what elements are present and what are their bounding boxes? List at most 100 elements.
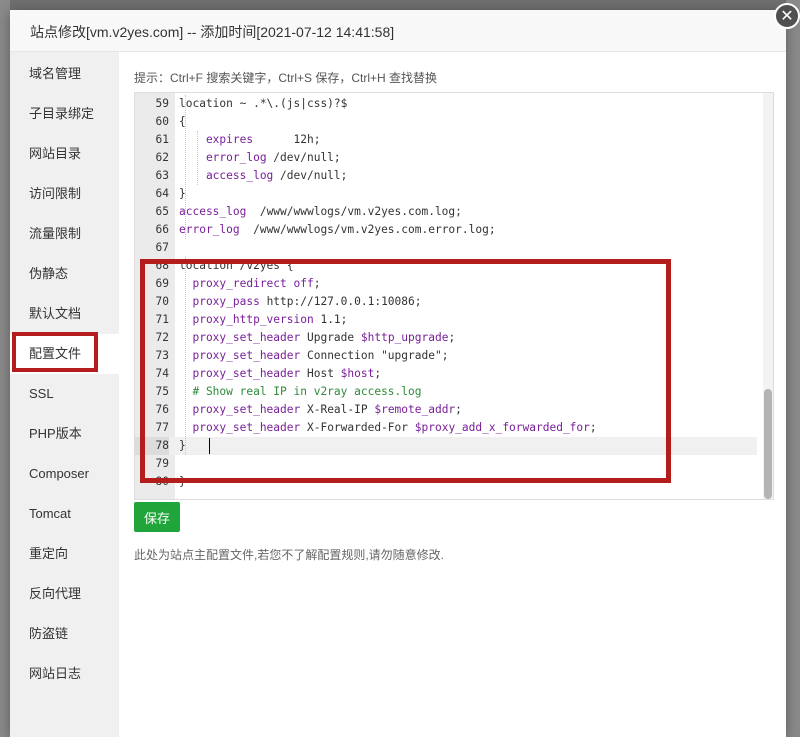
code-token: access_log bbox=[179, 205, 247, 218]
code-line[interactable]: 61 expires 12h; bbox=[135, 131, 757, 149]
line-number: 60 bbox=[155, 115, 169, 128]
line-number: 77 bbox=[155, 421, 169, 434]
line-number: 59 bbox=[155, 97, 169, 110]
code-text: error_log /dev/null; bbox=[179, 149, 341, 167]
code-text: proxy_http_version 1.1; bbox=[179, 311, 347, 329]
code-token: ; bbox=[455, 403, 462, 416]
sidebar-item[interactable]: SSL bbox=[10, 374, 119, 414]
line-number: 80 bbox=[155, 475, 169, 488]
sidebar-item[interactable]: 默认文档 bbox=[10, 294, 119, 334]
sidebar-item[interactable]: Composer bbox=[10, 454, 119, 494]
code-token: location ~ .*\.(js|css)?$ bbox=[179, 97, 348, 110]
sidebar-item[interactable]: PHP版本 bbox=[10, 414, 119, 454]
code-token: proxy_pass bbox=[179, 295, 260, 308]
sidebar-item[interactable]: 重定向 bbox=[10, 534, 119, 574]
sidebar-item[interactable]: 访问限制 bbox=[10, 174, 119, 214]
code-token: expires bbox=[179, 133, 254, 146]
code-text: location ~ .*\.(js|css)?$ bbox=[179, 95, 347, 113]
code-line[interactable]: 65 access_log /www/wwwlogs/vm.v2yes.com.l… bbox=[135, 203, 757, 221]
code-token: error_log bbox=[179, 223, 240, 236]
code-token: Connection "upgrade"; bbox=[300, 349, 449, 362]
code-line[interactable]: 79 bbox=[135, 455, 757, 473]
code-line[interactable]: 71 proxy_http_version 1.1; bbox=[135, 311, 757, 329]
code-line[interactable]: 60{ bbox=[135, 113, 757, 131]
sidebar-item[interactable]: 伪静态 bbox=[10, 254, 119, 294]
code-line[interactable]: 59 location ~ .*\.(js|css)?$ bbox=[135, 95, 757, 113]
code-token: $remote_addr bbox=[374, 403, 456, 416]
background-page-right bbox=[786, 0, 800, 737]
code-token: /dev/null; bbox=[273, 169, 348, 182]
code-text: proxy_set_header Host $host; bbox=[179, 365, 381, 383]
save-button[interactable]: 保存 bbox=[134, 502, 180, 532]
line-number: 76 bbox=[155, 403, 169, 416]
code-line[interactable]: 78} bbox=[135, 437, 757, 455]
code-text: proxy_set_header X-Forwarded-For $proxy_… bbox=[179, 419, 596, 437]
close-icon[interactable]: ✕ bbox=[774, 3, 800, 29]
settings-sidebar: 域名管理 子目录绑定 网站目录 访问限制 流量限制 伪静态 默认文档 配置文件 SSL PHP版本… bbox=[10, 52, 119, 737]
line-number: 61 bbox=[155, 133, 169, 146]
sidebar-item[interactable]: 子目录绑定 bbox=[10, 94, 119, 134]
code-text: error_log /www/wwwlogs/vm.v2yes.com.erro… bbox=[179, 221, 496, 239]
code-token: access_log bbox=[179, 169, 274, 182]
code-line[interactable]: 64} bbox=[135, 185, 757, 203]
code-token: proxy_set_header bbox=[179, 403, 301, 416]
line-number: 75 bbox=[155, 385, 169, 398]
code-text: proxy_set_header Upgrade $http_upgrade; bbox=[179, 329, 455, 347]
sidebar-item[interactable]: 网站目录 bbox=[10, 134, 119, 174]
code-line[interactable]: 67 bbox=[135, 239, 757, 257]
code-line[interactable]: 72 proxy_set_header Upgrade $http_upgrad… bbox=[135, 329, 757, 347]
config-warning-note: 此处为站点主配置文件,若您不了解配置规则,请勿随意修改. bbox=[134, 548, 445, 562]
code-line[interactable]: 77 proxy_set_header X-Forwarded-For $pro… bbox=[135, 419, 757, 437]
code-line[interactable]: 69 proxy_redirect off; bbox=[135, 275, 757, 293]
code-token: off bbox=[286, 277, 314, 290]
line-number: 63 bbox=[155, 169, 169, 182]
code-line[interactable]: 74 proxy_set_header Host $host; bbox=[135, 365, 757, 383]
config-code-editor[interactable]: 59 location ~ .*\.(js|css)?$ 60{61 expires… bbox=[134, 92, 774, 500]
code-line[interactable]: 68 location /v2yes { bbox=[135, 257, 757, 275]
code-text: access_log /dev/null; bbox=[179, 167, 347, 185]
code-line[interactable]: 63 access_log /dev/null; bbox=[135, 167, 757, 185]
sidebar-item[interactable]: 网站日志 bbox=[10, 654, 119, 694]
code-token: 1.1; bbox=[313, 313, 348, 326]
code-text: } bbox=[179, 473, 186, 491]
code-line[interactable]: 75 # Show real IP in v2ray access.log bbox=[135, 383, 757, 401]
code-token: location /v2yes { bbox=[179, 259, 294, 272]
sidebar-item[interactable]: 反向代理 bbox=[10, 574, 119, 614]
code-token: 12h; bbox=[253, 133, 321, 146]
code-line[interactable]: 76 proxy_set_header X-Real-IP $remote_ad… bbox=[135, 401, 757, 419]
sidebar-item[interactable]: 配置文件 bbox=[10, 334, 119, 374]
sidebar-item[interactable]: 防盗链 bbox=[10, 614, 119, 654]
code-token: Host bbox=[300, 367, 341, 380]
line-number: 79 bbox=[155, 457, 169, 470]
text-cursor bbox=[209, 438, 210, 454]
sidebar-item[interactable]: 流量限制 bbox=[10, 214, 119, 254]
code-token: proxy_redirect bbox=[179, 277, 287, 290]
code-line[interactable]: 66 error_log /www/wwwlogs/vm.v2yes.com.er… bbox=[135, 221, 757, 239]
modal-header: 站点修改[vm.v2yes.com] -- 添加时间[2021-07-12 14… bbox=[10, 10, 786, 52]
code-token: proxy_set_header bbox=[179, 421, 301, 434]
code-line[interactable]: 62 error_log /dev/null; bbox=[135, 149, 757, 167]
line-number: 78 bbox=[135, 437, 169, 455]
code-token: X-Real-IP bbox=[300, 403, 375, 416]
modal-title: 站点修改[vm.v2yes.com] -- 添加时间[2021-07-12 14… bbox=[30, 24, 395, 40]
code-token: ; bbox=[448, 331, 456, 344]
code-text: proxy_set_header X-Real-IP $remote_addr; bbox=[179, 401, 462, 419]
scrollbar-thumb[interactable] bbox=[764, 389, 772, 499]
line-number: 70 bbox=[155, 295, 169, 308]
code-text: proxy_set_header Connection "upgrade"; bbox=[179, 347, 448, 365]
sidebar-item[interactable]: Tomcat bbox=[10, 494, 119, 534]
line-number: 62 bbox=[155, 151, 169, 164]
line-number: 71 bbox=[155, 313, 169, 326]
sidebar-item[interactable]: 域名管理 bbox=[10, 54, 119, 94]
code-line[interactable]: 70 proxy_pass http://127.0.0.1:10086; bbox=[135, 293, 757, 311]
code-token: } bbox=[179, 475, 186, 488]
code-text: proxy_pass http://127.0.0.1:10086; bbox=[179, 293, 421, 311]
line-number: 66 bbox=[155, 223, 169, 236]
code-line[interactable]: 80} bbox=[135, 473, 757, 491]
code-text: # Show real IP in v2ray access.log bbox=[179, 383, 421, 401]
editor-scrollbar[interactable] bbox=[763, 93, 773, 499]
code-token: proxy_set_header bbox=[179, 349, 301, 362]
code-token: /www/wwwlogs/vm.v2yes.com.error.log; bbox=[239, 223, 496, 236]
code-token: ; bbox=[374, 367, 382, 380]
code-line[interactable]: 73 proxy_set_header Connection "upgrade"… bbox=[135, 347, 757, 365]
